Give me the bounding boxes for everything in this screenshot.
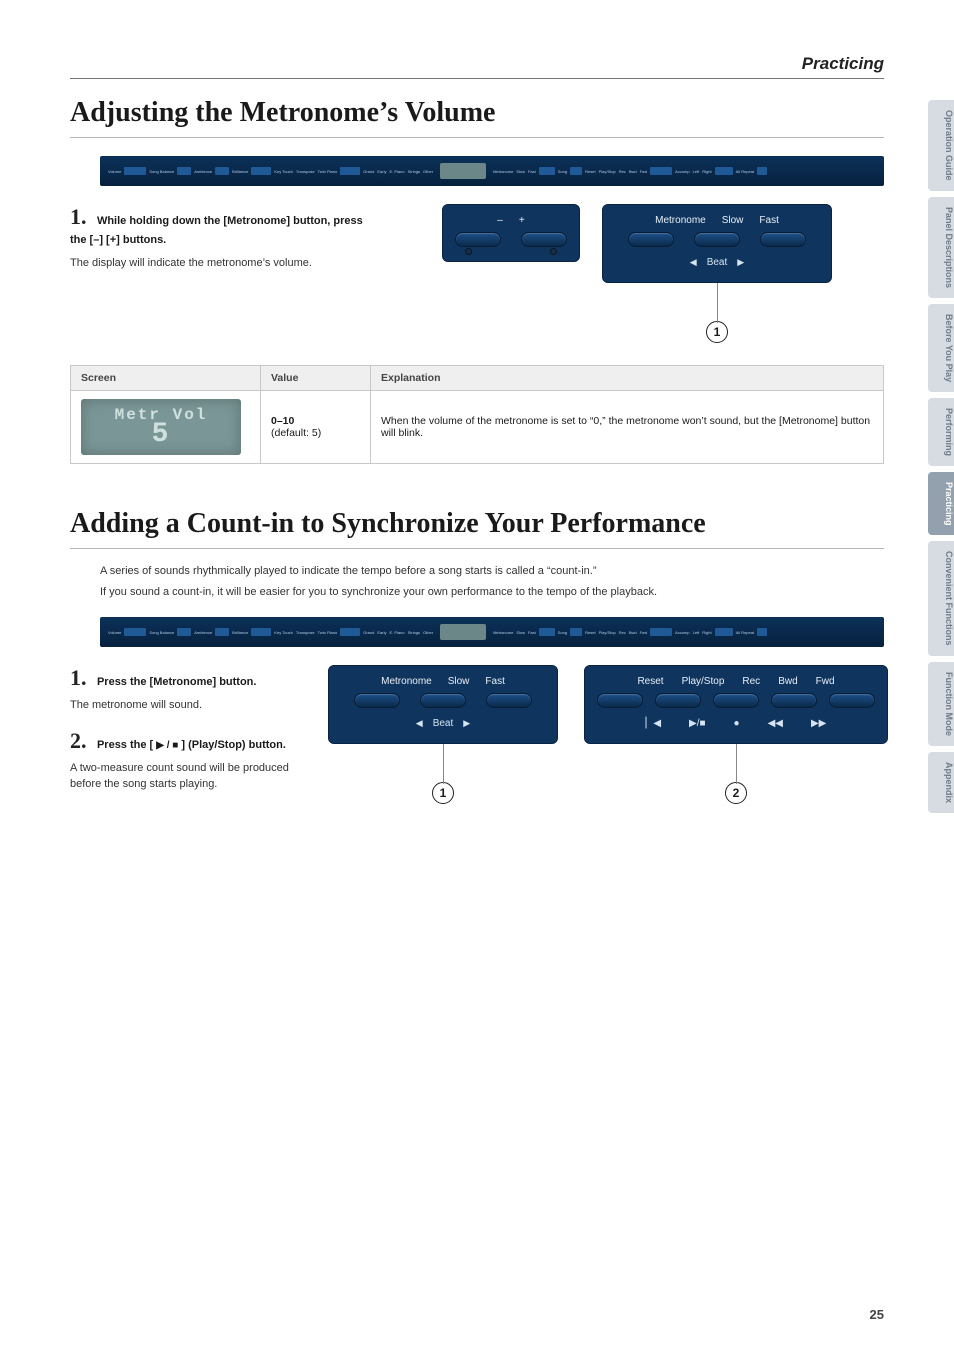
beat-right-icon-b: ▶ bbox=[463, 718, 470, 729]
lcd-line2: 5 bbox=[152, 422, 171, 447]
step-1-title: While holding down the [Metronome] butto… bbox=[70, 215, 363, 246]
metronome-label: Metronome bbox=[655, 215, 706, 226]
beat-left-icon: ◀ bbox=[690, 257, 697, 268]
fast-label-b: Fast bbox=[485, 676, 504, 687]
step-number-b2: 2. bbox=[70, 728, 87, 753]
bwd-label: Bwd bbox=[778, 676, 797, 687]
beat-label-b: Beat bbox=[433, 718, 454, 729]
slow-button[interactable] bbox=[694, 232, 740, 247]
step-b2-body: A two-measure count sound will be produc… bbox=[70, 760, 310, 793]
beat-label: Beat bbox=[707, 257, 728, 268]
bwd-button[interactable] bbox=[771, 693, 817, 708]
panel-strip-illustration-1: Volume Song Balance Ambience Brilliance … bbox=[100, 156, 884, 186]
tab-appendix[interactable]: Appendix bbox=[928, 752, 954, 813]
metronome-button-b[interactable] bbox=[354, 693, 400, 708]
th-explanation: Explanation bbox=[371, 366, 884, 391]
spec-table: Screen Value Explanation Metr Vol 5 0–10… bbox=[70, 365, 884, 464]
th-value: Value bbox=[261, 366, 371, 391]
tab-performing[interactable]: Performing bbox=[928, 398, 954, 466]
metronome-label-b: Metronome bbox=[381, 676, 432, 687]
section-b-title: Adding a Count-in to Synchronize Your Pe… bbox=[70, 508, 884, 549]
value-default: (default: 5) bbox=[271, 427, 360, 439]
fwd-icon: ▶▶ bbox=[811, 718, 826, 729]
beat-left-icon-b: ◀ bbox=[416, 718, 423, 729]
metronome-button[interactable] bbox=[628, 232, 674, 247]
cluster-metronome-a: Metronome Slow Fast ◀ Beat ▶ bbox=[602, 204, 832, 283]
play-icon: ▶/■ bbox=[689, 718, 706, 729]
play-stop-button[interactable] bbox=[655, 693, 701, 708]
fast-label: Fast bbox=[759, 215, 778, 226]
cluster-minus-plus: – + bbox=[442, 204, 580, 262]
beat-right-icon: ▶ bbox=[737, 257, 744, 268]
value-range: 0–10 bbox=[271, 415, 360, 427]
tab-before-you-play[interactable]: Before You Play bbox=[928, 304, 954, 392]
section-header: Practicing bbox=[802, 54, 884, 74]
fast-button[interactable] bbox=[760, 232, 806, 247]
cluster-metronome-b: Metronome Slow Fast ◀ Beat ▶ bbox=[328, 665, 558, 744]
section-a-title: Adjusting the Metronome’s Volume bbox=[70, 97, 884, 138]
step-number-1: 1. bbox=[70, 204, 87, 229]
rec-button[interactable] bbox=[713, 693, 759, 708]
step-number-b1: 1. bbox=[70, 665, 87, 690]
fwd-label: Fwd bbox=[816, 676, 835, 687]
tab-panel-descriptions[interactable]: Panel Descriptions bbox=[928, 197, 954, 298]
minus-label: – bbox=[497, 215, 503, 226]
table-row: Metr Vol 5 0–10 (default: 5) When the vo… bbox=[71, 391, 884, 464]
th-screen: Screen bbox=[71, 366, 261, 391]
step-b2-title: Press the [ ▶ / ■ ] (Play/Stop) button. bbox=[97, 739, 286, 751]
bwd-icon: ◀◀ bbox=[768, 718, 783, 729]
minus-button[interactable] bbox=[455, 232, 501, 247]
reset-icon: ▏◀ bbox=[646, 718, 661, 729]
page-number: 25 bbox=[870, 1307, 884, 1322]
cluster-transport: Reset Play/Stop Rec Bwd Fwd ▏◀ bbox=[584, 665, 888, 744]
reset-label: Reset bbox=[637, 676, 663, 687]
explanation-text: When the volume of the metronome is set … bbox=[371, 391, 884, 464]
intro-line1: A series of sounds rhythmically played t… bbox=[100, 563, 884, 580]
plus-button[interactable] bbox=[521, 232, 567, 247]
step-1-body: The display will indicate the metronome’… bbox=[70, 255, 370, 272]
play-stop-icon: ▶ / ■ bbox=[156, 740, 178, 751]
tab-function-mode[interactable]: Function Mode bbox=[928, 662, 954, 746]
tab-convenient-functions[interactable]: Convenient Functions bbox=[928, 541, 954, 656]
callout-1b: 1 bbox=[432, 782, 454, 804]
play-label: Play/Stop bbox=[682, 676, 725, 687]
reset-button[interactable] bbox=[597, 693, 643, 708]
tab-operation-guide[interactable]: Operation Guide bbox=[928, 100, 954, 191]
fwd-button[interactable] bbox=[829, 693, 875, 708]
tab-practicing[interactable]: Practicing bbox=[928, 472, 954, 536]
diagram-a: – + Metronome Slow Fast bbox=[390, 204, 884, 343]
slow-button-b[interactable] bbox=[420, 693, 466, 708]
rec-icon: ● bbox=[734, 718, 740, 729]
side-tabs: Operation Guide Panel Descriptions Befor… bbox=[928, 100, 954, 813]
intro-line2: If you sound a count-in, it will be easi… bbox=[100, 584, 884, 601]
fast-button-b[interactable] bbox=[486, 693, 532, 708]
plus-label: + bbox=[519, 215, 525, 226]
callout-2b: 2 bbox=[725, 782, 747, 804]
panel-strip-illustration-2: Volume Song Balance Ambience Brilliance … bbox=[100, 617, 884, 647]
step-b1-title: Press the [Metronome] button. bbox=[97, 676, 257, 688]
callout-1a: 1 bbox=[706, 321, 728, 343]
rec-label: Rec bbox=[742, 676, 760, 687]
slow-label: Slow bbox=[722, 215, 744, 226]
step-b1-body: The metronome will sound. bbox=[70, 697, 310, 714]
slow-label-b: Slow bbox=[448, 676, 470, 687]
lcd-screen: Metr Vol 5 bbox=[81, 399, 241, 455]
